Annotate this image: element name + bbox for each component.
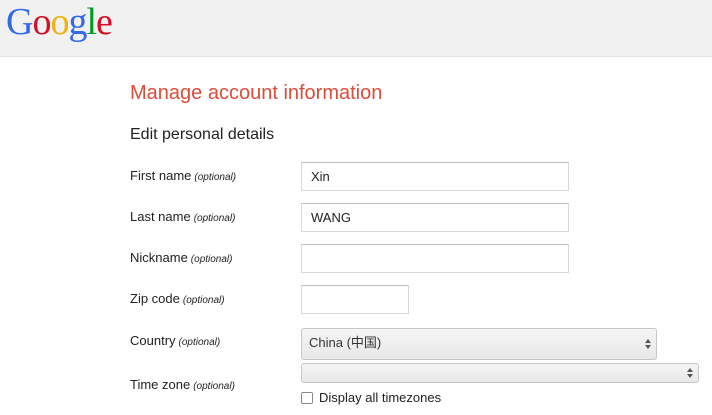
logo-letter: o	[50, 1, 69, 43]
zip-code-label-text: Zip code	[130, 291, 180, 306]
header-bar: Google	[0, 0, 712, 57]
logo-letter: e	[96, 1, 113, 43]
zip-code-label: Zip code (optional)	[130, 291, 225, 306]
optional-hint: (optional)	[194, 172, 237, 183]
display-all-timezones-label: Display all timezones	[319, 390, 442, 405]
first-name-label: First name (optional)	[130, 168, 236, 183]
country-label: Country (optional)	[130, 333, 220, 348]
last-name-input[interactable]	[301, 203, 569, 232]
last-name-label: Last name (optional)	[130, 209, 235, 224]
google-logo[interactable]: Google	[6, 0, 113, 44]
logo-letter: G	[6, 1, 33, 43]
country-select[interactable]: China (中国)	[301, 328, 657, 360]
optional-hint: (optional)	[182, 295, 225, 306]
country-label-text: Country	[130, 333, 176, 348]
country-selected-value: China (中国)	[309, 335, 382, 350]
zip-code-input[interactable]	[301, 285, 409, 314]
display-all-timezones-checkbox[interactable]	[301, 391, 313, 404]
logo-letter: g	[68, 1, 87, 43]
time-zone-select[interactable]	[301, 363, 699, 383]
first-name-input[interactable]	[301, 162, 569, 191]
display-all-timezones-row[interactable]: Display all timezones	[301, 390, 441, 405]
page-title: Manage account information	[130, 82, 383, 104]
select-arrows-icon	[686, 368, 694, 378]
optional-hint: (optional)	[178, 337, 221, 348]
nickname-label: Nickname (optional)	[130, 250, 233, 265]
optional-hint: (optional)	[193, 381, 235, 392]
optional-hint: (optional)	[193, 213, 236, 224]
first-name-label-text: First name	[130, 168, 192, 183]
nickname-input[interactable]	[301, 244, 569, 273]
nickname-label-text: Nickname	[130, 250, 188, 265]
time-zone-label-text: Time zone	[130, 377, 191, 392]
last-name-label-text: Last name	[130, 209, 191, 224]
logo-letter: o	[32, 1, 51, 43]
logo-letter: l	[86, 1, 97, 43]
optional-hint: (optional)	[190, 254, 233, 265]
select-arrows-icon	[644, 339, 652, 349]
time-zone-label: Time zone (optional)	[130, 377, 235, 392]
section-title: Edit personal details	[130, 126, 275, 143]
